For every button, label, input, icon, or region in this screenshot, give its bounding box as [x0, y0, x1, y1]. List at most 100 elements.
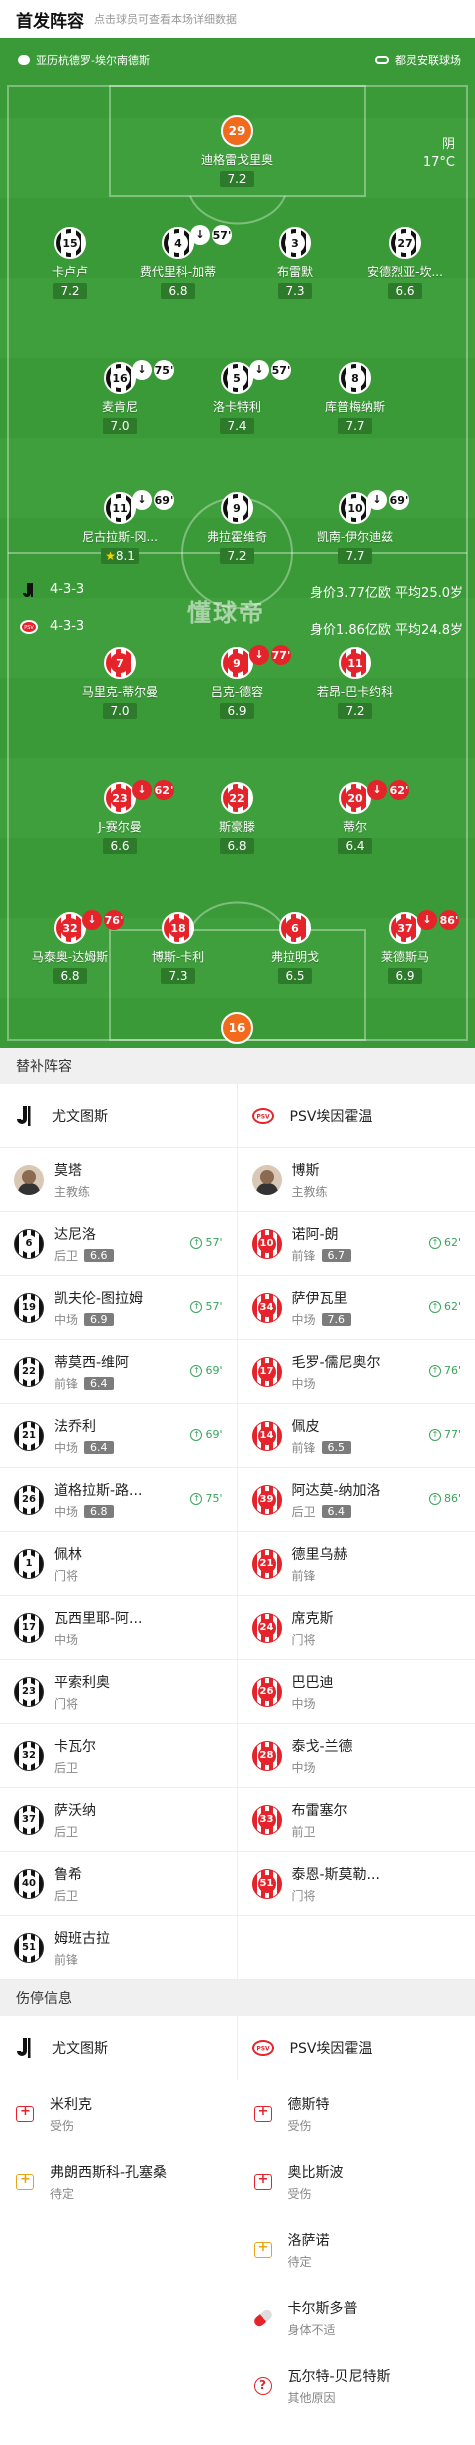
weather-condition: 阴: [441, 137, 455, 152]
sub-player-home[interactable]: 32 卡瓦尔 后卫: [0, 1724, 238, 1787]
pitch-player[interactable]: 16 ↓ 75' 麦肯尼 7.0: [60, 360, 180, 434]
sub-player-away[interactable]: 34 萨伊瓦里 中场 7.6 ↑ 62': [238, 1276, 475, 1339]
sub-player-home[interactable]: 21 法乔利 中场 6.4 ↑ 69': [0, 1404, 238, 1467]
player-rating: 6.8: [53, 968, 87, 984]
shirt-icon: 22: [14, 1356, 44, 1387]
pitch-player[interactable]: 22 斯豪滕 6.8: [177, 782, 297, 854]
sub-player-home[interactable]: 1 佩林 门将: [0, 1532, 238, 1595]
sub-player-away[interactable]: 33 布雷塞尔 前卫: [238, 1788, 475, 1851]
sub-player-home[interactable]: 6 达尼洛 后卫 6.6 ↑ 57': [0, 1212, 238, 1275]
injury-home[interactable]: 弗朗西斯科-孔塞桑待定: [0, 2148, 238, 2216]
injury-away[interactable]: 卡尔斯多普 身体不适: [238, 2284, 475, 2352]
sub-player-home[interactable]: 22 蒂莫西-维阿 前锋 6.4 ↑ 69': [0, 1340, 238, 1403]
pitch-player[interactable]: 4 ↓ 57' 费代里科-加蒂 6.8: [118, 225, 238, 299]
injury-away[interactable]: 德斯特受伤: [238, 2080, 475, 2148]
player-rating: 7.3: [278, 283, 312, 299]
coach-home[interactable]: 莫塔 主教练: [0, 1148, 238, 1211]
first-aid-pending-icon: [14, 2171, 36, 2193]
subs-team-home[interactable]: 尤文图斯: [0, 1084, 238, 1147]
shirt-icon: 10: [251, 1228, 282, 1259]
sub-player-home[interactable]: 19 凯夫伦-图拉姆 中场 6.9 ↑ 57': [0, 1276, 238, 1339]
injury-team-away[interactable]: PSV PSV埃因霍温: [238, 2016, 475, 2080]
pitch-player[interactable]: 29 迪格雷戈里奥 7.2: [177, 115, 297, 187]
pitch-player[interactable]: 5 ↓ 57' 洛卡特利 7.4: [177, 360, 297, 434]
sub-player-away[interactable]: 26 巴巴迪 中场: [238, 1660, 475, 1723]
injury-row: 弗朗西斯科-孔塞桑待定奥比斯波受伤: [0, 2148, 475, 2216]
sub-player-away[interactable]: 10 诺阿-朗 前锋 6.7 ↑ 62': [238, 1212, 475, 1275]
shirt-number: 9: [227, 498, 247, 518]
shirt-number: 22: [20, 1362, 38, 1381]
shirt-number: 10: [257, 1234, 276, 1253]
coach-away[interactable]: 博斯 主教练: [238, 1148, 475, 1211]
injury-team-home[interactable]: 尤文图斯: [0, 2016, 238, 2080]
sub-player-away[interactable]: 21 德里乌赫 前锋: [238, 1532, 475, 1595]
first-aid-icon: [252, 2103, 274, 2125]
svg-text:PSV: PSV: [24, 625, 34, 631]
pitch-player[interactable]: 37 ↓ 86' 莱德斯马 6.9: [345, 910, 465, 984]
pitch-player[interactable]: 15 卡卢卢 7.2: [10, 227, 130, 299]
pitch-player[interactable]: 7 马里克-蒂尔曼 7.0: [60, 647, 180, 719]
sub-row: 32 卡瓦尔 后卫 28 泰戈-兰德 中场: [0, 1724, 475, 1788]
sub-in-icon: ↑: [190, 1428, 203, 1441]
pitch-player[interactable]: 32 ↓ 76' 马泰奥-达姆斯 6.8: [10, 910, 130, 984]
shirt-number: 21: [20, 1426, 38, 1445]
pitch-player[interactable]: 11 若昂-巴卡约科 7.2: [295, 647, 415, 719]
sub-player-home[interactable]: 51 姆班古拉 前锋: [0, 1916, 238, 1979]
sub-player-home[interactable]: 37 萨沃纳 后卫: [0, 1788, 238, 1851]
player-position: 中场: [54, 1632, 79, 1647]
sub-player-home[interactable]: 23 平索利奥 门将: [0, 1660, 238, 1723]
player-position: 后卫: [291, 1504, 316, 1519]
pitch-player[interactable]: 9 弗拉霍维奇 7.2: [177, 492, 297, 564]
sub-row: 26 道格拉斯-路... 中场 6.8 ↑ 75' 39 阿达莫-纳加洛 后卫 6.4 ↑ 86': [0, 1468, 475, 1532]
sub-player-away[interactable]: 24 席克斯 门将: [238, 1596, 475, 1659]
sub-player-away[interactable]: 28 泰戈-兰德 中场: [238, 1724, 475, 1787]
shirt-icon: 40: [14, 1868, 44, 1899]
pitch-player[interactable]: 8 库普梅纳斯 7.7: [295, 362, 415, 434]
player-rating: 7.2: [220, 171, 254, 187]
subs-team-away[interactable]: PSV PSV埃因霍温: [238, 1084, 475, 1147]
sub-minute-text: 57': [212, 225, 232, 245]
player-rating: ★8.1: [101, 548, 139, 564]
shirt-number: 39: [257, 1490, 276, 1509]
pitch-player[interactable]: 23 ↓ 62' J-赛尔曼 6.6: [60, 780, 180, 854]
shirt-number: 3: [285, 233, 305, 253]
shirt-icon: 4 ↓ 57': [162, 225, 232, 259]
sub-player-home[interactable]: 40 鲁希 后卫: [0, 1852, 238, 1915]
sub-player-away[interactable]: 51 泰恩-斯莫勒... 门将: [238, 1852, 475, 1915]
injury-home[interactable]: 米利克受伤: [0, 2080, 238, 2148]
injury-away[interactable]: 洛萨诺待定: [238, 2216, 475, 2284]
first-aid-icon: [14, 2103, 36, 2125]
player-rating: 6.5: [321, 1440, 352, 1454]
pitch: 亚历杭德罗-埃尔南德斯 都灵安联球场 阴 17°C 懂球帝 4-3-3 身价3.…: [0, 38, 475, 1048]
pitch-player[interactable]: 9 ↓ 77' 吕克-德容 6.9: [177, 645, 297, 719]
sub-player-away[interactable]: 14 佩皮 前锋 6.5 ↑ 77': [238, 1404, 475, 1467]
pitch-player[interactable]: 3 布雷默 7.3: [235, 227, 355, 299]
first-aid-pending-icon: [252, 2239, 274, 2261]
pitch-player[interactable]: 18 博斯-卡利 7.3: [118, 912, 238, 984]
sub-player-away[interactable]: 39 阿达莫-纳加洛 后卫 6.4 ↑ 86': [238, 1468, 475, 1531]
pitch-player[interactable]: 6 弗拉明戈 6.5: [235, 912, 355, 984]
player-rating: 6.8: [220, 838, 254, 854]
player-name: 卡卢卢: [51, 265, 88, 279]
pitch-player[interactable]: 27 安德烈亚-坎... 6.6: [345, 227, 465, 299]
shirt-icon: 32 ↓ 76': [54, 910, 124, 944]
pitch-player[interactable]: 16德罗梅尔6.7: [177, 1012, 297, 1048]
sub-in-minute-text: 86': [443, 1492, 461, 1505]
sub-out-icon: ↓: [249, 645, 269, 665]
shirt-number: 23: [20, 1682, 38, 1701]
player-position: 前锋: [54, 1376, 79, 1391]
shirt-number: 7: [110, 653, 130, 673]
pitch-player[interactable]: 11 ↓ 69' 尼古拉斯-冈... ★8.1: [60, 490, 180, 564]
juventus-logo-icon: [17, 1105, 31, 1126]
sub-player-home[interactable]: 26 道格拉斯-路... 中场 6.8 ↑ 75': [0, 1468, 238, 1531]
shirt-icon: 3: [279, 227, 311, 259]
pitch-player[interactable]: 10 ↓ 69' 凯南-伊尔迪兹 7.7: [295, 490, 415, 564]
player-name: 蒂莫西-维阿: [54, 1354, 130, 1371]
sub-player-home[interactable]: 17 瓦西里耶-阿... 中场: [0, 1596, 238, 1659]
referee-name: 亚历杭德罗-埃尔南德斯: [36, 54, 150, 67]
injury-away[interactable]: ? 瓦尔特-贝尼特斯 其他原因: [238, 2352, 475, 2420]
injury-away[interactable]: 奥比斯波受伤: [238, 2148, 475, 2216]
stadium-icon: [375, 56, 389, 64]
pitch-player[interactable]: 20 ↓ 62' 蒂尔 6.4: [295, 780, 415, 854]
sub-player-away[interactable]: 17 毛罗-儒尼奥尔 中场 ↑ 76': [238, 1340, 475, 1403]
